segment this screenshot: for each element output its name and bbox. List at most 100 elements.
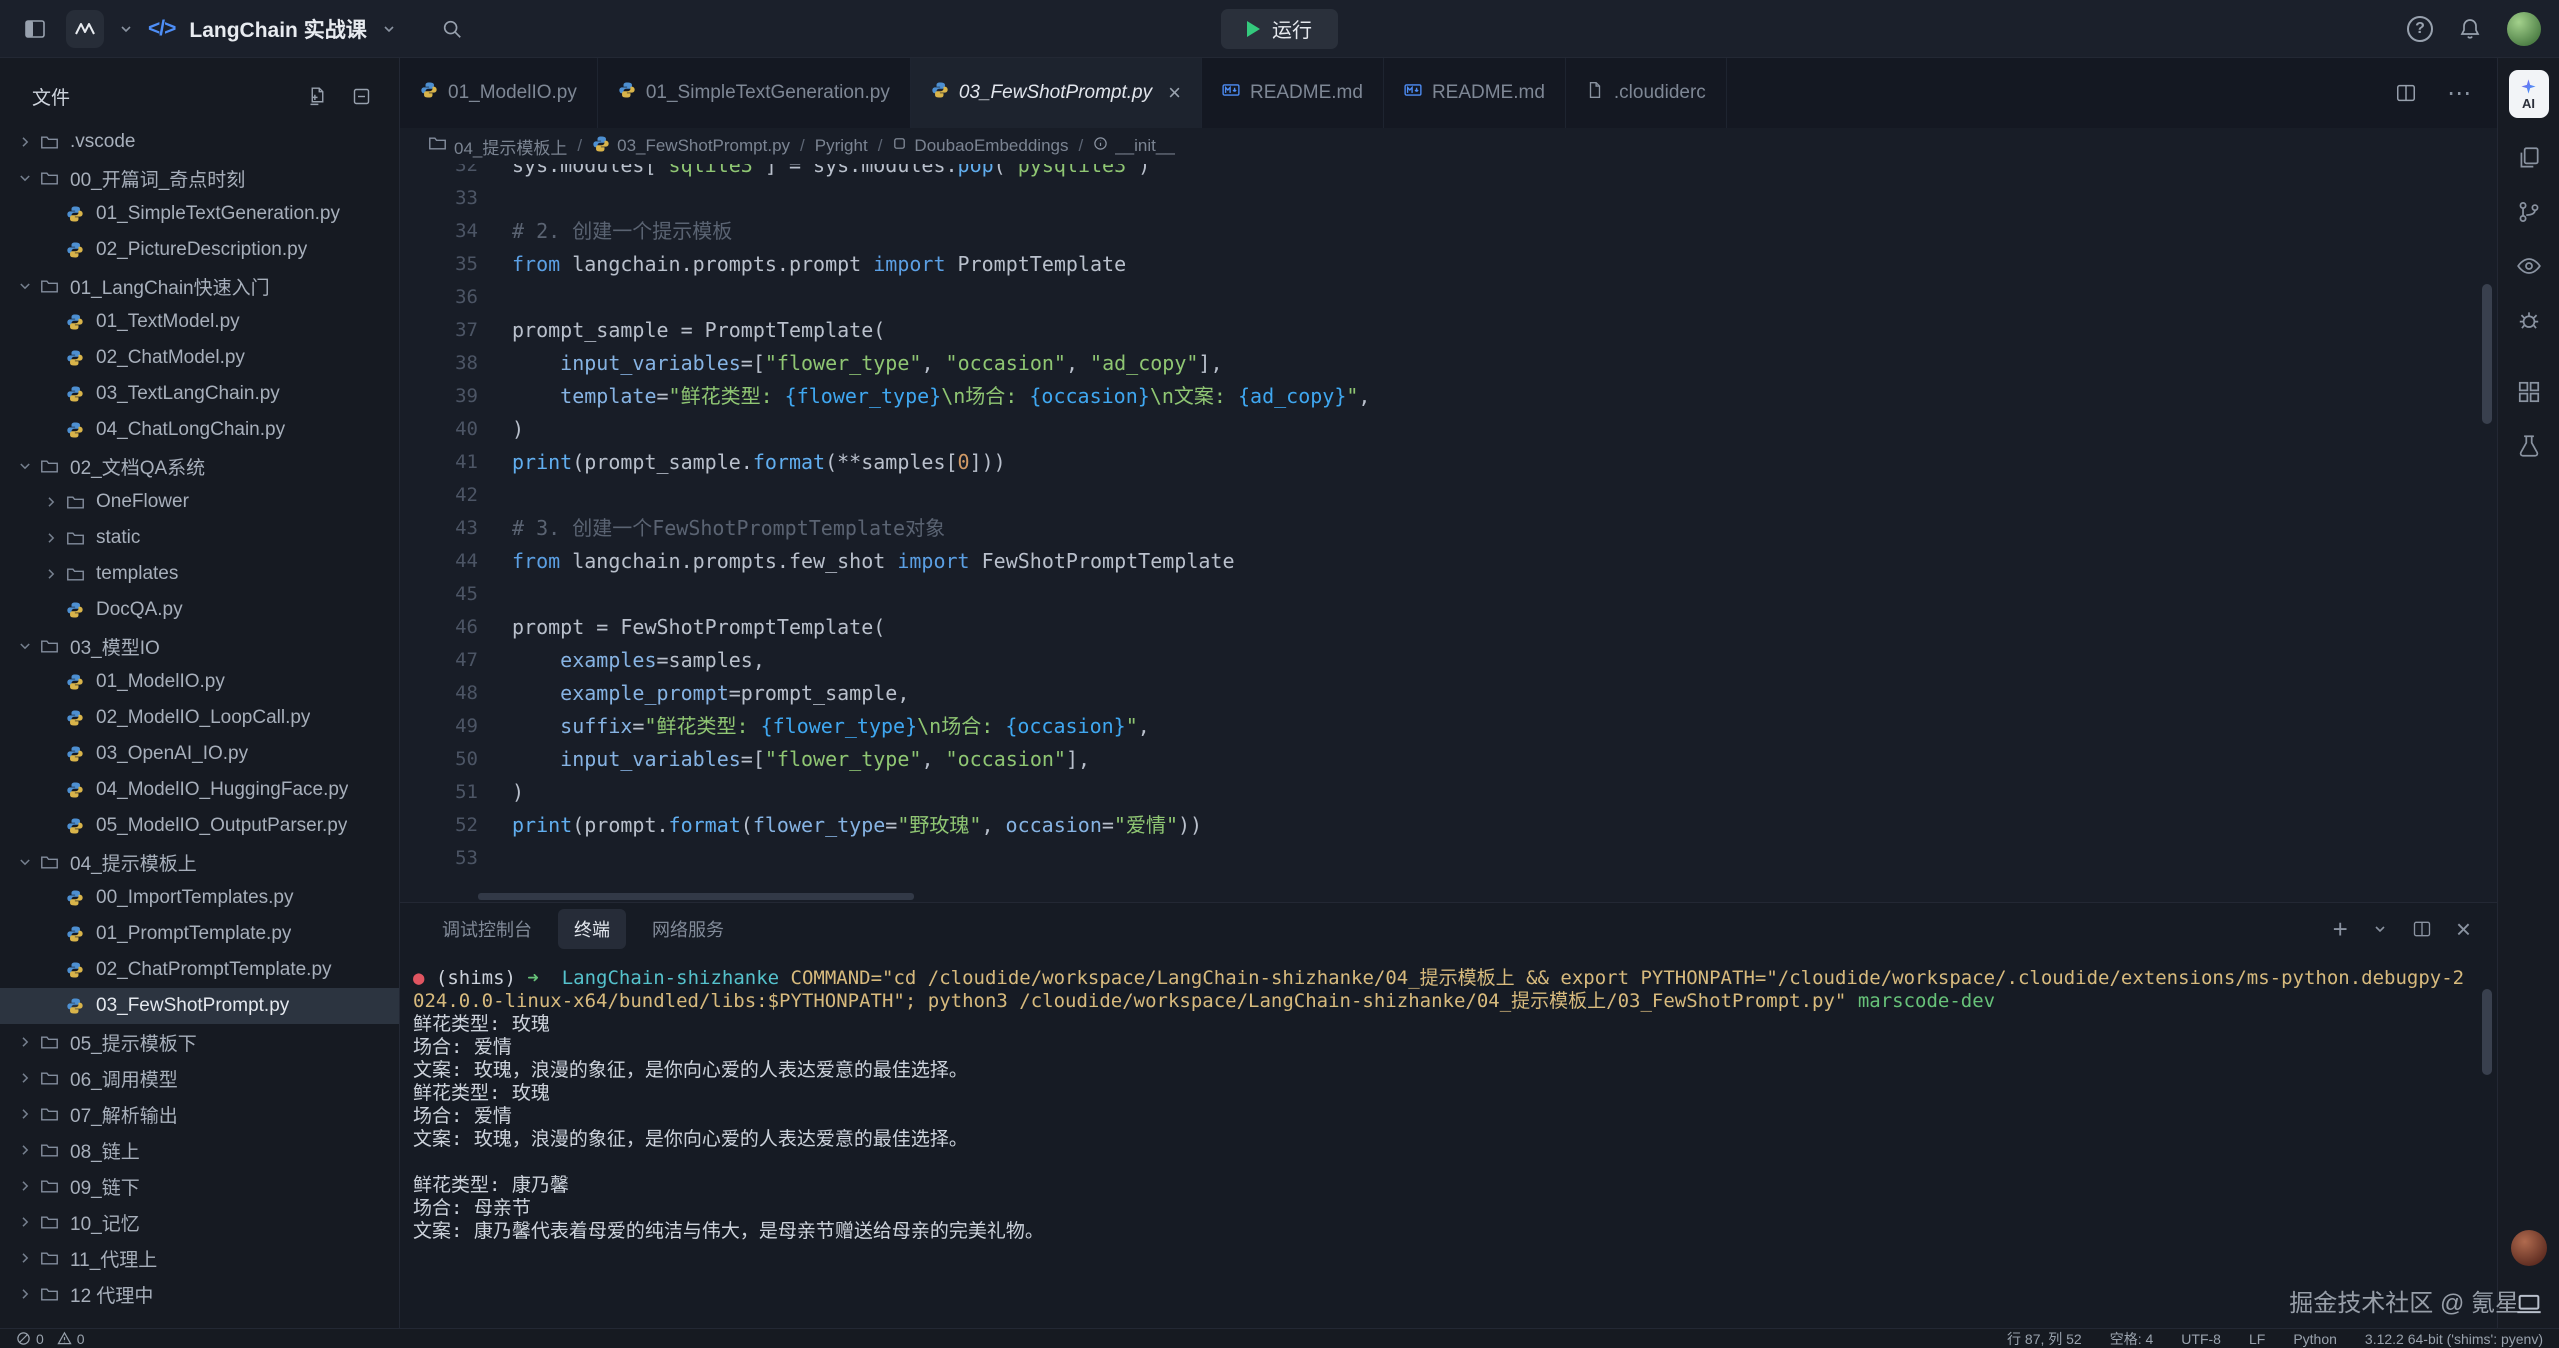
editor-tab[interactable]: README.md [1202,58,1384,128]
tree-item-folder[interactable]: 12 代理中 [0,1276,399,1312]
sparkle-icon [2520,78,2537,95]
split-panel-icon[interactable] [2412,919,2432,939]
preview-eye-icon[interactable] [2515,252,2543,280]
tree-item-file[interactable]: DocQA.py [0,592,399,628]
new-terminal-icon[interactable]: + [2333,916,2348,942]
terminal-scrollbar[interactable] [2482,989,2492,1075]
more-actions-icon[interactable]: ⋯ [2447,79,2473,108]
extensions-icon[interactable] [2515,378,2543,406]
status-item[interactable]: Python [2293,1331,2337,1347]
tree-item-file[interactable]: 03_TextLangChain.py [0,376,399,412]
tree-item-file[interactable]: 00_ImportTemplates.py [0,880,399,916]
tree-item-file[interactable]: 01_TextModel.py [0,304,399,340]
debug-icon[interactable] [2515,306,2543,334]
breadcrumb-label: 04_提示模板上 [454,134,567,159]
status-item[interactable]: LF [2249,1331,2265,1347]
tree-item-folder[interactable]: 06_调用模型 [0,1060,399,1096]
test-flask-icon[interactable] [2515,432,2543,460]
tree-item-file[interactable]: 03_FewShotPrompt.py [0,988,399,1024]
tree-item-folder[interactable]: OneFlower [0,484,399,520]
panel-tab[interactable]: 终端 [558,909,626,949]
editor-tab[interactable]: 01_ModelIO.py [400,58,598,128]
line-number: 48 [400,677,478,710]
tree-item-folder[interactable]: 04_提示模板上 [0,844,399,880]
tree-item-folder[interactable]: 00_开篇词_奇点时刻 [0,160,399,196]
split-editor-icon[interactable] [2389,76,2423,110]
py-file-icon [420,81,438,105]
breadcrumb-item[interactable]: Pyright [815,136,868,156]
breadcrumb-item[interactable]: __init__ [1093,136,1175,156]
logo-chevron-down-icon[interactable] [118,21,134,37]
tree-item-file[interactable]: 05_ModelIO_OutputParser.py [0,808,399,844]
tree-item-file[interactable]: 03_OpenAI_IO.py [0,736,399,772]
editor-tab[interactable]: .cloudiderc [1566,58,1727,128]
status-item[interactable]: 行 87, 列 52 [2007,1329,2082,1348]
status-item[interactable]: 3.12.2 64-bit ('shims': pyenv) [2365,1331,2543,1347]
tree-item-file[interactable]: 04_ChatLongChain.py [0,412,399,448]
run-button[interactable]: 运行 [1221,9,1338,49]
code-editor[interactable]: 32sys.modules['sqlite3'] = sys.modules.p… [400,164,2497,902]
editor-vertical-scrollbar[interactable] [2482,284,2492,424]
tree-item-folder[interactable]: 07_解析输出 [0,1096,399,1132]
tree-item-folder[interactable]: 11_代理上 [0,1240,399,1276]
notifications-bell-icon[interactable] [2453,12,2487,46]
tree-item-folder[interactable]: 08_链上 [0,1132,399,1168]
editor-tab[interactable]: 03_FewShotPrompt.py× [911,58,1202,128]
panel-tab[interactable]: 网络服务 [636,909,740,949]
problems-indicator[interactable]: 0 0 [16,1331,85,1347]
tree-item-file[interactable]: 02_ChatPromptTemplate.py [0,952,399,988]
user-avatar[interactable] [2507,12,2541,46]
tree-item-file[interactable]: 02_PictureDescription.py [0,232,399,268]
tree-item-folder[interactable]: 03_模型IO [0,628,399,664]
breadcrumb-item[interactable]: 04_提示模板上 [428,134,567,159]
layout-sidebar-toggle-icon[interactable] [18,12,52,46]
breadcrumb-item[interactable]: DoubaoEmbeddings [892,136,1068,156]
close-icon[interactable]: × [1168,82,1181,104]
tree-item-folder[interactable]: 10_记忆 [0,1204,399,1240]
info-icon [1093,136,1108,156]
source-control-icon[interactable] [2515,198,2543,226]
new-file-icon[interactable] [305,84,329,108]
breadcrumb-item[interactable]: 03_FewShotPrompt.py [592,135,790,158]
tree-item-folder[interactable]: 05_提示模板下 [0,1024,399,1060]
tree-item-folder[interactable]: 01_LangChain快速入门 [0,268,399,304]
app-logo[interactable] [66,10,104,48]
line-number: 46 [400,611,478,644]
project-name[interactable]: LangChain 实战课 [189,14,366,44]
tree-item-label: templates [96,563,178,585]
files-icon[interactable] [2515,144,2543,172]
help-icon[interactable]: ? [2407,16,2433,42]
panel-tab[interactable]: 调试控制台 [426,909,548,949]
breadcrumb-separator: / [800,136,805,156]
status-item[interactable]: UTF-8 [2181,1331,2221,1347]
tree-item-file[interactable]: 01_SimpleTextGeneration.py [0,196,399,232]
status-item[interactable]: 空格: 4 [2110,1329,2154,1348]
tree-item-file[interactable]: 01_PromptTemplate.py [0,916,399,952]
editor-horizontal-scrollbar[interactable] [478,893,914,900]
ai-assistant-button[interactable]: AI [2509,70,2549,118]
code-text [478,182,512,215]
search-icon[interactable] [435,12,469,46]
tree-item-folder[interactable]: 02_文档QA系统 [0,448,399,484]
tree-item-folder[interactable]: 09_链下 [0,1168,399,1204]
project-chevron-down-icon[interactable] [381,21,397,37]
terminal[interactable]: ● (shims) ➜ LangChain-shizhanke COMMAND=… [400,955,2497,1328]
tree-item-file[interactable]: 02_ModelIO_LoopCall.py [0,700,399,736]
terminal-line: 场合: 爱情 [413,1105,2474,1128]
collapse-folders-icon[interactable] [349,84,373,108]
tree-item-folder[interactable]: static [0,520,399,556]
tree-item-label: 01_SimpleTextGeneration.py [96,203,340,225]
tree-item-file[interactable]: 02_ChatModel.py [0,340,399,376]
tree-item-folder[interactable]: templates [0,556,399,592]
tree-item-file[interactable]: 04_ModelIO_HuggingFace.py [0,772,399,808]
editor-tab[interactable]: README.md [1384,58,1566,128]
line-number: 42 [400,479,478,512]
code-line: 40) [400,413,2497,446]
tree-item-file[interactable]: 01_ModelIO.py [0,664,399,700]
terminal-dropdown-icon[interactable] [2372,921,2388,937]
editor-tab[interactable]: 01_SimpleTextGeneration.py [598,58,911,128]
code-text: sys.modules['sqlite3'] = sys.modules.pop… [478,164,1150,182]
community-avatar[interactable] [2511,1230,2547,1266]
close-panel-icon[interactable]: × [2456,916,2471,942]
tree-item-folder[interactable]: .vscode [0,124,399,160]
